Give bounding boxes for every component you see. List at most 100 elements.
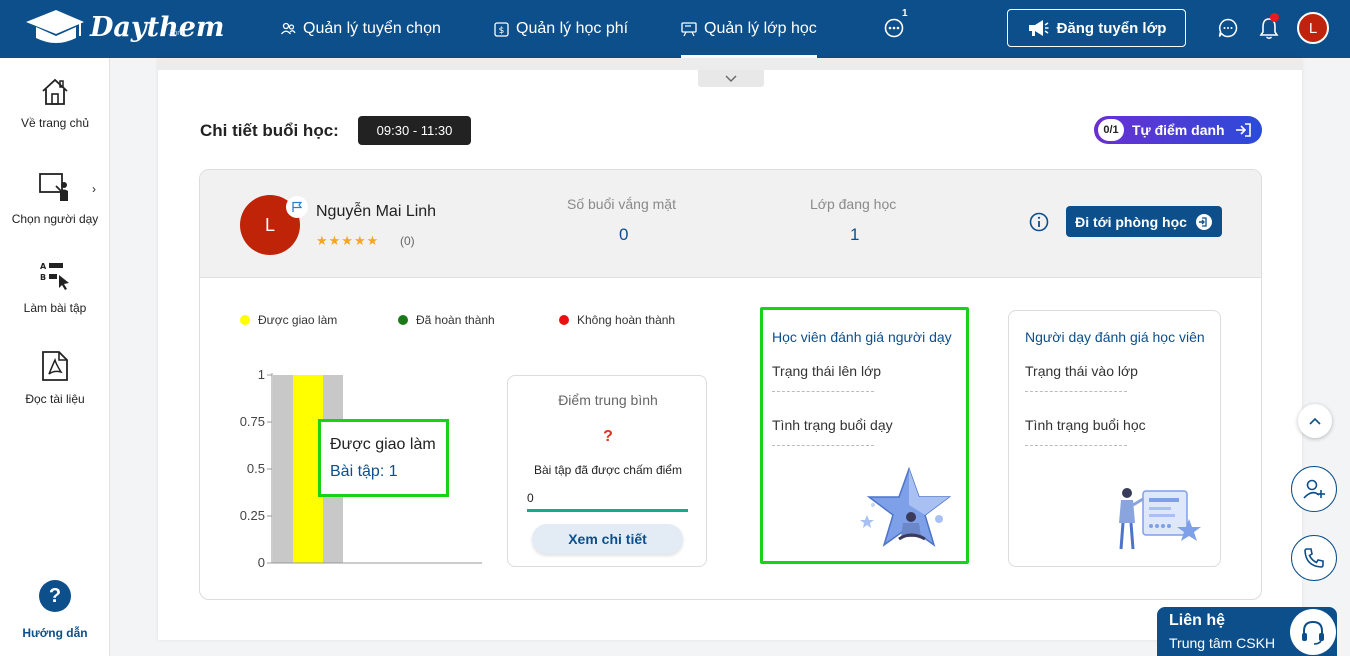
post-class-label: Đăng tuyển lớp: [1056, 19, 1167, 37]
student-evaluation-card[interactable]: Học viên đánh giá người dạy Trạng thái l…: [760, 307, 969, 564]
session-detail-title: Chi tiết buổi học:: [200, 121, 339, 140]
sidebar-item-documents-label: Đọc tài liệu: [25, 392, 85, 406]
scroll-top-button[interactable]: [1298, 404, 1332, 438]
notification-dot: [1270, 13, 1279, 22]
teacher-evaluation-title: Người dạy đánh giá học viên: [1025, 329, 1205, 345]
self-attendance-button[interactable]: 0/1 Tự điểm danh: [1094, 116, 1262, 144]
enter-door-icon: [1195, 213, 1212, 230]
graded-exercises-label: Bài tập đã được chấm điểm: [534, 463, 682, 477]
svg-text:$: $: [499, 26, 505, 36]
flag-icon[interactable]: [286, 196, 308, 218]
teacher-rating-stars: ★★★★★: [316, 233, 380, 248]
post-class-button[interactable]: Đăng tuyển lớp: [1007, 9, 1186, 47]
sidebar-item-home-label: Về trang chủ: [20, 116, 90, 130]
teacher-card-header: L Nguyễn Mai Linh ★★★★★ (0) Số buổi vắng…: [200, 170, 1261, 278]
customer-support-widget[interactable]: Liên hệ Trung tâm CSKH: [1157, 607, 1337, 656]
classroom-icon: [681, 21, 697, 37]
legend-incomplete[interactable]: Không hoàn thành: [559, 313, 675, 327]
logo[interactable]: Daythem: [22, 8, 224, 46]
class-attendance-status-label: Trạng thái lên lớp: [772, 363, 882, 379]
megaphone-icon: [1028, 20, 1049, 36]
sidebar-item-exercises[interactable]: AB Làm bài tập: [0, 259, 110, 315]
sidebar: Về trang chủ Chọn người dạy › AB Làm bài…: [0, 58, 110, 656]
contact-subtitle: Trung tâm CSKH: [1169, 635, 1276, 651]
help-button[interactable]: ? Hướng dẫn: [0, 580, 110, 642]
teacher-rating-count: (0): [400, 234, 415, 248]
chart-tooltip: Được giao làm Bài tập: 1: [318, 419, 449, 497]
exercise-icon: AB: [0, 259, 110, 291]
help-icon: ?: [39, 580, 71, 612]
graduation-cap-icon: [26, 10, 84, 43]
chevron-down-icon: [725, 75, 737, 82]
headset-icon: [1290, 609, 1336, 655]
dollar-icon: $: [494, 21, 509, 37]
contact-title: Liên hệ: [1169, 612, 1226, 629]
absent-sessions-value: 0: [619, 225, 629, 244]
legend-dot-completed: [398, 315, 408, 325]
chevron-up-icon: [1309, 417, 1321, 425]
average-score-title: Điểm trung bình: [558, 392, 658, 408]
teacher-name[interactable]: Nguyễn Mai Linh: [316, 203, 436, 221]
sidebar-item-exercises-label: Làm bài tập: [23, 301, 87, 315]
absent-sessions-label: Số buổi vắng mặt: [567, 196, 676, 212]
nav-tuition-label: Quản lý học phí: [516, 20, 629, 37]
nav-classes-label: Quản lý lớp học: [704, 20, 817, 37]
info-icon[interactable]: [1029, 212, 1049, 237]
logo-sub: .com: [168, 30, 184, 37]
svg-text:A: A: [40, 262, 47, 271]
legend-dot-incomplete: [559, 315, 569, 325]
y-tick-label: 0.5: [247, 461, 265, 476]
current-classes-value: 1: [850, 225, 860, 244]
sidebar-item-home[interactable]: Về trang chủ: [0, 78, 110, 130]
learning-status-label: Tình trạng buổi học: [1025, 417, 1146, 433]
collapse-toggle[interactable]: [698, 70, 764, 87]
users-icon: [280, 21, 296, 37]
legend-dot-assigned: [240, 315, 250, 325]
nav-recruitment[interactable]: Quản lý tuyển chọn: [280, 0, 441, 58]
add-contact-button[interactable]: [1291, 466, 1337, 512]
user-avatar[interactable]: L: [1297, 12, 1329, 44]
graded-exercises-field[interactable]: [527, 486, 688, 512]
student-evaluation-title: Học viên đánh giá người dạy: [772, 329, 952, 345]
y-tick-label: 0: [258, 555, 265, 570]
star-rating-illustration: [860, 466, 952, 547]
more-badge: 1: [902, 8, 908, 19]
legend-completed[interactable]: Đã hoàn thành: [398, 313, 495, 327]
svg-text:B: B: [40, 273, 46, 282]
tooltip-value: Bài tập: 1: [330, 463, 398, 480]
call-button[interactable]: [1291, 535, 1337, 581]
average-score-card: Điểm trung bình ? Bài tập đã được chấm đ…: [507, 375, 707, 567]
go-to-classroom-button[interactable]: Đi tới phòng học: [1066, 206, 1222, 237]
sidebar-item-choose-teacher[interactable]: Chọn người dạy: [0, 172, 110, 226]
nav-tuition[interactable]: $ Quản lý học phí: [494, 0, 628, 58]
panel-top-strip: [158, 58, 1302, 70]
sidebar-item-documents[interactable]: Đọc tài liệu: [0, 350, 110, 406]
teaching-status-label: Tình trạng buổi dạy: [772, 417, 893, 433]
divider: [772, 445, 874, 446]
session-time-badge: 09:30 - 11:30: [358, 116, 471, 145]
nav-classes[interactable]: Quản lý lớp học: [681, 0, 817, 58]
login-arrow-icon: [1235, 123, 1251, 137]
more-menu-button[interactable]: 1: [884, 8, 908, 43]
average-score-value: ?: [603, 428, 613, 445]
sidebar-item-choose-teacher-label: Chọn người dạy: [11, 212, 99, 226]
logo-text: Daythem: [90, 11, 225, 43]
class-entry-status-label: Trạng thái vào lớp: [1025, 363, 1138, 379]
legend-assigned-label: Được giao làm: [258, 313, 338, 327]
divider: [1025, 445, 1127, 446]
divider: [772, 391, 874, 392]
teacher-evaluation-card[interactable]: Người dạy đánh giá học viên Trạng thái v…: [1008, 310, 1221, 567]
legend-incomplete-label: Không hoàn thành: [577, 313, 676, 327]
current-classes-label: Lớp đang học: [810, 196, 897, 212]
y-tick-label: 0.25: [240, 508, 265, 523]
y-tick-label: 0.75: [240, 414, 265, 429]
legend-completed-label: Đã hoàn thành: [416, 313, 495, 327]
self-attendance-label: Tự điểm danh: [1132, 122, 1225, 138]
help-label: Hướng dẫn: [22, 626, 88, 640]
legend-assigned[interactable]: Được giao làm: [240, 313, 337, 327]
chat-icon[interactable]: [1218, 18, 1238, 43]
chevron-right-icon[interactable]: ›: [92, 182, 96, 196]
go-to-classroom-label: Đi tới phòng học: [1075, 213, 1187, 230]
phone-icon: [1304, 548, 1324, 568]
view-detail-button[interactable]: Xem chi tiết: [532, 524, 683, 554]
